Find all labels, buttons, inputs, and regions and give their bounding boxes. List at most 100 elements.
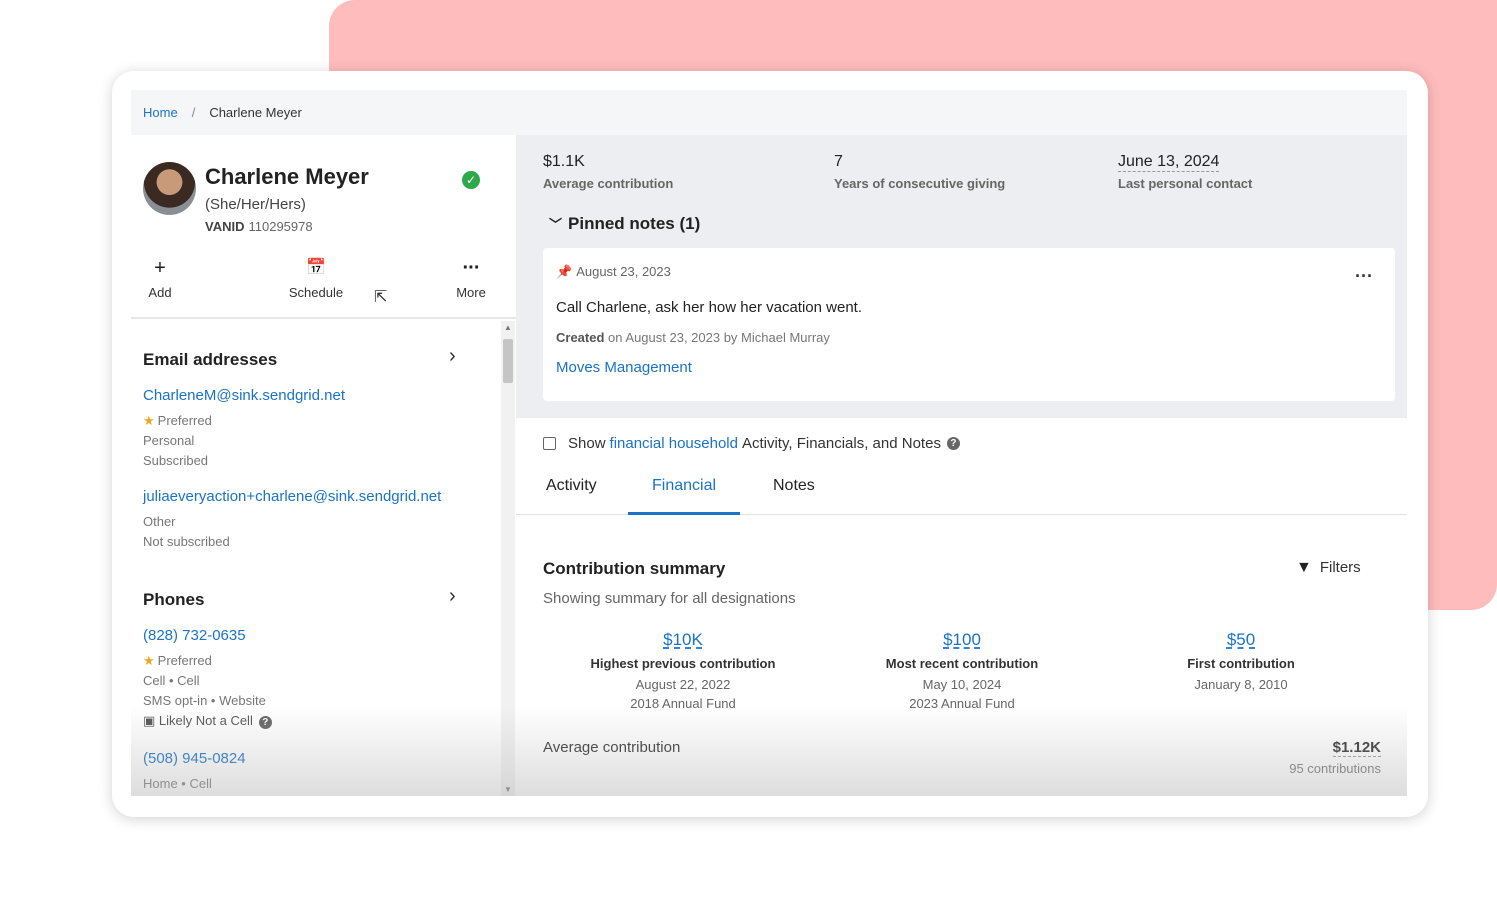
pinned-note-card: 📌 August 23, 2023 ··· Call Charlene, ask … <box>543 248 1395 401</box>
email-link[interactable]: juliaeveryaction+charlene@sink.sendgrid.… <box>143 488 441 505</box>
chevron-right-icon[interactable]: › <box>449 345 456 368</box>
filters-button[interactable]: ▼ Filters <box>1296 559 1361 577</box>
phone-type: Home • Cell <box>143 776 212 791</box>
breadcrumb-current: Charlene Meyer <box>209 105 302 120</box>
chevron-down-icon: ﹀ <box>549 217 563 232</box>
more-button[interactable]: ··· More <box>431 257 511 300</box>
contribution-summary: Contribution summary Showing summary for… <box>516 516 1407 796</box>
summary-band: $1.1K Average contribution 7 Years of co… <box>516 135 1407 418</box>
schedule-label: Schedule <box>288 285 344 300</box>
household-toggle-row: Show financial household Activity, Finan… <box>543 435 960 452</box>
email-preferred: ★ Preferred <box>143 413 212 428</box>
highest-contribution-fund: 2018 Annual Fund <box>630 696 736 711</box>
highest-contribution-label: Highest previous contribution <box>590 656 776 671</box>
phone-warning-icon: ▣ <box>143 713 159 728</box>
contact-details-scroll: Email addresses › CharleneM@sink.sendgri… <box>131 321 516 796</box>
contribution-subtitle: Showing summary for all designations <box>543 590 796 607</box>
filter-icon: ▼ <box>1296 559 1312 576</box>
star-icon: ★ <box>143 653 155 668</box>
average-contribution-row: Average contribution $1.12K 95 contribut… <box>543 739 1381 776</box>
calendar-icon: 📅 <box>306 259 326 276</box>
add-button[interactable]: + Add <box>131 257 200 300</box>
recent-contribution-date: May 10, 2024 <box>922 677 1002 692</box>
phone-opt: SMS opt-in • Website <box>143 693 266 708</box>
contact-main: $1.1K Average contribution 7 Years of co… <box>516 135 1407 796</box>
first-contribution-date: January 8, 2010 <box>1194 677 1288 692</box>
help-icon[interactable]: ? <box>946 437 960 450</box>
email-section-title: Email addresses <box>143 350 278 369</box>
stat-average-label: Average contribution <box>543 176 674 191</box>
help-icon[interactable]: ? <box>258 716 272 729</box>
email-status: Not subscribed <box>143 534 230 549</box>
avatar <box>143 162 196 215</box>
mouse-cursor-icon: ⇱ <box>374 289 388 306</box>
recent-contribution-value[interactable]: $100 <box>832 630 1092 650</box>
contact-page: Home / Charlene Meyer Charlene Meyer ✓ (… <box>131 90 1407 796</box>
average-contribution-count: 95 contributions <box>1289 761 1381 776</box>
vanid-value: 110295978 <box>248 219 313 234</box>
tab-notes[interactable]: Notes <box>749 477 839 515</box>
tab-financial[interactable]: Financial <box>628 477 741 515</box>
breadcrumb-home-link[interactable]: Home <box>143 105 178 120</box>
stat-last-contact-label: Last personal contact <box>1118 176 1253 191</box>
contribution-title: Contribution summary <box>543 559 726 578</box>
tab-activity[interactable]: Activity <box>522 477 621 515</box>
stat-average-value: $1.1K <box>543 153 585 170</box>
household-checkbox[interactable] <box>543 437 556 450</box>
phone-type: Cell • Cell <box>143 673 200 688</box>
recent-contribution-label: Most recent contribution <box>885 656 1039 671</box>
more-dots-icon[interactable]: ··· <box>1355 266 1373 287</box>
pin-icon: 📌 <box>556 264 573 279</box>
breadcrumb-separator: / <box>191 105 196 120</box>
highest-contribution: $10K Highest previous contribution Augus… <box>553 630 813 711</box>
phone-link[interactable]: (828) 732-0635 <box>143 627 246 644</box>
phones-section-title: Phones <box>143 590 205 609</box>
first-contribution-label: First contribution <box>1187 656 1295 671</box>
vanid: VANID 110295978 <box>205 219 313 234</box>
scroll-up-icon[interactable]: ▲ <box>504 323 512 332</box>
plus-icon: + <box>154 257 166 279</box>
household-post: Activity, Financials, and Notes <box>741 435 941 452</box>
email-status: Subscribed <box>143 453 209 468</box>
scroll-down-icon[interactable]: ▼ <box>504 785 512 794</box>
profile-header: Charlene Meyer ✓ (She/Her/Hers) VANID 110… <box>131 135 516 319</box>
average-contribution-label: Average contribution <box>543 739 681 756</box>
schedule-button[interactable]: 📅 Schedule <box>276 257 356 300</box>
phone-warning: ▣ Likely Not a Cell? <box>143 713 272 729</box>
contact-sidebar: Charlene Meyer ✓ (She/Her/Hers) VANID 110… <box>131 135 516 796</box>
more-label: More <box>456 285 486 300</box>
highest-contribution-value[interactable]: $10K <box>553 630 813 650</box>
average-contribution-value[interactable]: $1.12K <box>1332 739 1381 757</box>
first-contribution-value[interactable]: $50 <box>1111 630 1371 650</box>
email-type: Other <box>143 514 176 529</box>
stat-last-contact-value[interactable]: June 13, 2024 <box>1118 153 1220 172</box>
scrollbar[interactable]: ▲ ▼ <box>501 321 515 796</box>
tab-bar: Activity Financial Notes <box>516 465 1407 515</box>
phone-link[interactable]: (508) 945-0824 <box>143 750 246 767</box>
contact-name: Charlene Meyer <box>205 164 369 189</box>
pronouns: (She/Her/Hers) <box>205 196 306 213</box>
scrollbar-thumb[interactable] <box>503 339 513 383</box>
financial-household-link[interactable]: financial household <box>610 435 738 452</box>
more-dots-icon: ··· <box>462 257 481 279</box>
chevron-right-icon[interactable]: › <box>449 585 456 608</box>
note-text: Call Charlene, ask her how her vacation … <box>556 299 862 316</box>
app-window: Home / Charlene Meyer Charlene Meyer ✓ (… <box>112 71 1428 817</box>
note-created: Created on August 23, 2023 by Michael Mu… <box>556 330 830 345</box>
star-icon: ★ <box>143 413 155 428</box>
recent-contribution: $100 Most recent contribution May 10, 20… <box>832 630 1092 711</box>
stat-years-value: 7 <box>834 153 843 170</box>
recent-contribution-fund: 2023 Annual Fund <box>909 696 1015 711</box>
first-contribution: $50 First contribution January 8, 2010 <box>1111 630 1371 692</box>
check-circle-icon: ✓ <box>462 171 480 189</box>
phone-preferred: ★ Preferred <box>143 653 212 668</box>
note-date: 📌 August 23, 2023 <box>556 264 671 279</box>
pinned-notes-toggle[interactable]: ﹀ Pinned notes (1) <box>549 214 700 234</box>
highest-contribution-date: August 22, 2022 <box>635 677 731 692</box>
household-pre: Show <box>568 435 606 452</box>
email-type: Personal <box>143 433 195 448</box>
breadcrumb: Home / Charlene Meyer <box>131 90 1407 135</box>
note-tag-link[interactable]: Moves Management <box>556 359 692 376</box>
email-link[interactable]: CharleneM@sink.sendgrid.net <box>143 387 345 404</box>
add-label: Add <box>148 285 172 300</box>
